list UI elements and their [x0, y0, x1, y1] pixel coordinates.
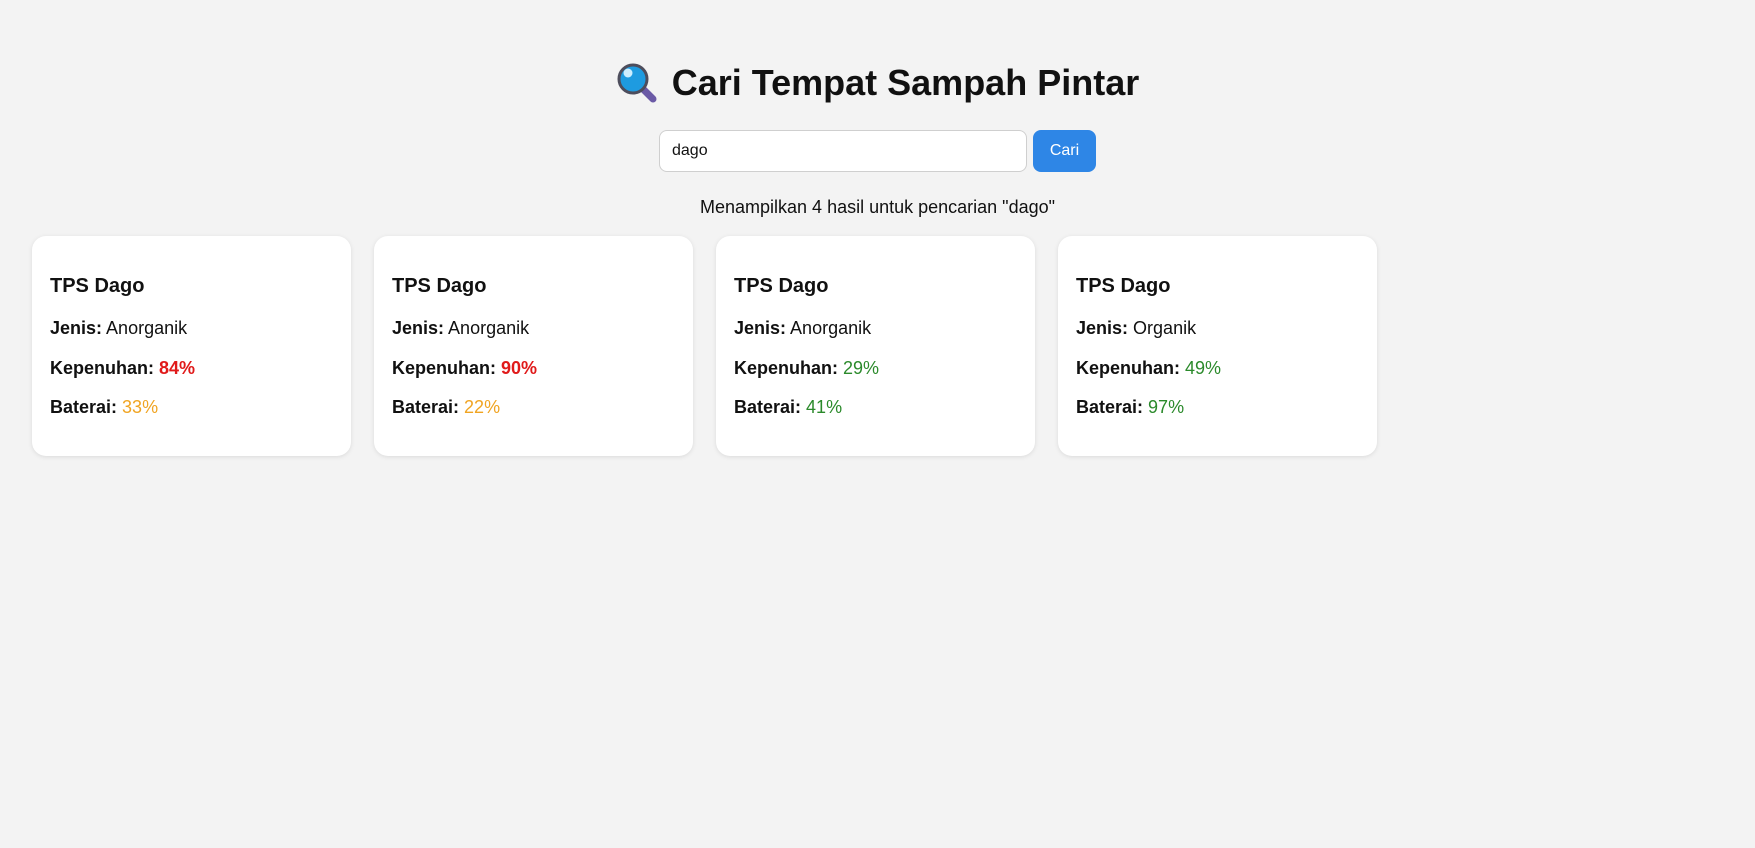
search-result-summary: Menampilkan 4 hasil untuk pencarian "dag… — [700, 197, 1055, 217]
battery-value: 33% — [122, 397, 159, 417]
result-card: TPS Dago Jenis: Organik Kepenuhan: 49% B… — [1058, 236, 1377, 456]
card-battery: Baterai: 97% — [1076, 396, 1359, 418]
fullness-value: 84% — [159, 357, 196, 378]
card-battery: Baterai: 22% — [392, 396, 675, 418]
type-label: Jenis: — [1076, 318, 1129, 338]
fullness-value: 49% — [1185, 357, 1222, 378]
fullness-label: Kepenuhan: — [1076, 357, 1181, 378]
battery-value: 22% — [464, 397, 501, 417]
type-value: Anorganik — [790, 318, 872, 338]
type-label: Jenis: — [50, 318, 103, 338]
result-card: TPS Dago Jenis: Anorganik Kepenuhan: 90%… — [374, 236, 693, 456]
card-battery: Baterai: 41% — [734, 396, 1017, 418]
battery-label: Baterai: — [50, 397, 118, 417]
card-battery: Baterai: 33% — [50, 396, 333, 418]
search-button[interactable]: Cari — [1033, 130, 1096, 172]
card-fullness: Kepenuhan: 29% — [734, 357, 1017, 379]
fullness-label: Kepenuhan: — [50, 357, 155, 378]
battery-label: Baterai: — [734, 397, 802, 417]
card-title: TPS Dago — [392, 275, 487, 297]
card-type: Jenis: Anorganik — [392, 317, 675, 339]
battery-value: 41% — [806, 397, 843, 417]
card-title: TPS Dago — [50, 275, 145, 297]
type-value: Anorganik — [448, 318, 530, 338]
magnifying-glass-icon — [616, 62, 658, 104]
card-type: Jenis: Anorganik — [734, 317, 1017, 339]
battery-label: Baterai: — [392, 397, 460, 417]
fullness-value: 90% — [501, 357, 538, 378]
result-card: TPS Dago Jenis: Anorganik Kepenuhan: 84%… — [32, 236, 351, 456]
type-value: Anorganik — [106, 318, 188, 338]
result-card: TPS Dago Jenis: Anorganik Kepenuhan: 29%… — [716, 236, 1035, 456]
card-fullness: Kepenuhan: 90% — [392, 357, 675, 379]
card-fullness: Kepenuhan: 84% — [50, 357, 333, 379]
type-label: Jenis: — [392, 318, 445, 338]
fullness-value: 29% — [843, 357, 880, 378]
fullness-label: Kepenuhan: — [392, 357, 497, 378]
fullness-label: Kepenuhan: — [734, 357, 839, 378]
card-type: Jenis: Organik — [1076, 317, 1359, 339]
type-value: Organik — [1133, 318, 1197, 338]
search-bar: Cari — [0, 130, 1755, 172]
page-title-text: Cari Tempat Sampah Pintar — [671, 62, 1140, 103]
search-input[interactable] — [659, 130, 1027, 172]
card-title: TPS Dago — [1076, 275, 1171, 297]
type-label: Jenis: — [734, 318, 787, 338]
card-title: TPS Dago — [734, 275, 829, 297]
page-title: Cari Tempat Sampah Pintar — [616, 58, 1139, 108]
page-header: Cari Tempat Sampah Pintar — [0, 58, 1755, 109]
card-type: Jenis: Anorganik — [50, 317, 333, 339]
results-list: TPS Dago Jenis: Anorganik Kepenuhan: 84%… — [32, 236, 1377, 456]
battery-label: Baterai: — [1076, 397, 1144, 417]
battery-value: 97% — [1148, 397, 1185, 417]
card-fullness: Kepenuhan: 49% — [1076, 357, 1359, 379]
